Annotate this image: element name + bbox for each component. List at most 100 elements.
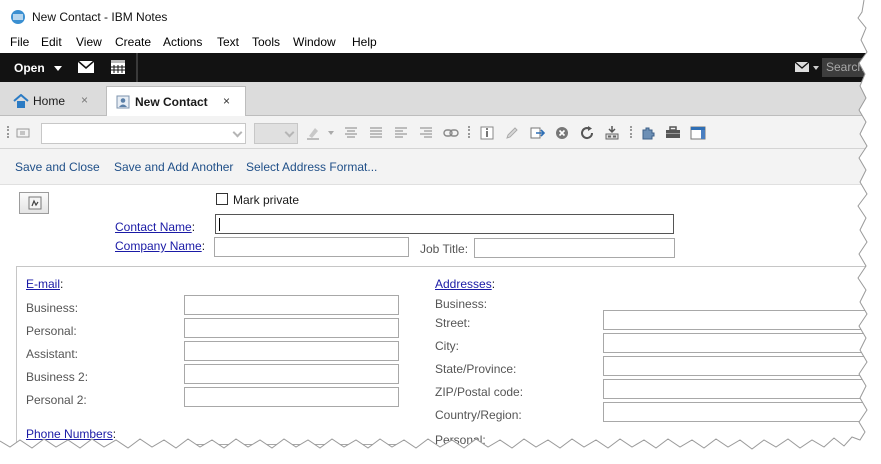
tab-home[interactable]: Home × (4, 86, 102, 116)
state-province-label: State/Province: (435, 362, 517, 376)
menu-edit[interactable]: Edit (41, 35, 62, 49)
calendar-icon[interactable] (108, 58, 128, 76)
mark-private-label: Mark private (233, 193, 300, 207)
tab-bar: Home × New Contact × (0, 82, 867, 117)
title-bar: New Contact - IBM Notes (0, 0, 867, 33)
align-center-icon[interactable] (343, 125, 359, 141)
contact-name-field[interactable] (215, 214, 674, 234)
zip-postal-code-field[interactable] (603, 379, 867, 399)
country-region-label: Country/Region: (435, 408, 522, 422)
style-icon[interactable] (15, 125, 31, 141)
sidebar-panel-icon[interactable] (690, 125, 706, 141)
email-personal-field[interactable] (184, 318, 399, 338)
email-business-field[interactable] (184, 295, 399, 315)
menu-actions[interactable]: Actions (163, 35, 202, 49)
close-icon[interactable]: × (81, 93, 88, 107)
contact-name-link[interactable]: Contact Name (115, 220, 192, 234)
properties-icon[interactable] (479, 125, 495, 141)
menu-help[interactable]: Help (352, 35, 377, 49)
highlighter-icon[interactable] (305, 125, 321, 141)
justify-icon[interactable] (368, 125, 384, 141)
street-field[interactable] (603, 310, 867, 330)
puzzle-icon[interactable] (640, 125, 656, 141)
city-field[interactable] (603, 333, 867, 353)
company-name-field[interactable] (214, 237, 409, 257)
menu-view[interactable]: View (76, 35, 102, 49)
window-title: New Contact - IBM Notes (32, 10, 168, 24)
email-link[interactable]: E-mail (26, 277, 60, 291)
mail-icon[interactable] (793, 58, 813, 76)
address-business-label: Business: (435, 297, 488, 311)
phone-field[interactable] (184, 444, 399, 451)
menu-create[interactable]: Create (115, 35, 151, 49)
email-business-label: Business: (26, 301, 79, 315)
email-assistant-field[interactable] (184, 341, 399, 361)
notes-window: New Contact - IBM Notes File Edit View C… (0, 0, 868, 452)
save-and-close-button[interactable]: Save and Close (15, 160, 100, 174)
email-assistant-label: Assistant: (26, 347, 79, 361)
contact-photo-button[interactable] (19, 192, 49, 214)
menu-tools[interactable]: Tools (252, 35, 280, 49)
phone-numbers-header: Phone Numbers: (26, 427, 117, 441)
email-business2-label: Business 2: (26, 370, 89, 384)
street-label: Street: (435, 316, 471, 330)
home-icon (13, 94, 29, 108)
contact-name-label: Contact Name: (115, 220, 196, 234)
company-name-label: Company Name: (115, 239, 206, 253)
addresses-link[interactable]: Addresses (435, 277, 492, 291)
caret-down-icon[interactable] (813, 66, 819, 70)
briefcase-icon[interactable] (665, 125, 681, 141)
forward-icon[interactable] (529, 125, 545, 141)
menu-file[interactable]: File (10, 35, 29, 49)
toolbar-separator (468, 126, 470, 138)
email-personal2-label: Personal 2: (26, 393, 87, 407)
toolbar-grip (7, 126, 9, 138)
tab-home-label: Home (33, 94, 66, 108)
close-icon[interactable]: × (223, 94, 230, 108)
email-personal-label: Personal: (26, 324, 77, 338)
align-left-icon[interactable] (393, 125, 409, 141)
ibm-notes-logo-icon (11, 10, 25, 24)
open-button[interactable]: Open (4, 55, 66, 80)
text-cursor (219, 218, 220, 231)
phone-numbers-link[interactable]: Phone Numbers (26, 427, 113, 441)
city-label: City: (435, 339, 459, 353)
form-action-bar: Save and Close Save and Add Another Sele… (0, 149, 867, 185)
search-placeholder: Search (826, 60, 865, 74)
photo-placeholder-icon (28, 196, 42, 210)
delete-icon[interactable] (554, 125, 570, 141)
country-region-field[interactable] (603, 402, 867, 422)
edit-icon[interactable] (504, 125, 520, 141)
toolbar-separator (630, 126, 632, 138)
menu-bar: File Edit View Create Actions Text Tools… (0, 33, 867, 53)
link-icon[interactable] (443, 125, 459, 141)
select-address-format-button[interactable]: Select Address Format... (246, 160, 377, 174)
top-action-bar: Open Search (0, 53, 867, 82)
toolbar-separator (136, 53, 138, 82)
email-personal2-field[interactable] (184, 387, 399, 407)
refresh-icon[interactable] (579, 125, 595, 141)
address-personal-label: Personal: (435, 433, 486, 447)
tab-new-contact-label: New Contact (135, 95, 208, 109)
mail-icon[interactable] (76, 58, 96, 76)
company-name-link[interactable]: Company Name (115, 239, 202, 253)
font-size-select[interactable] (254, 123, 298, 144)
align-right-icon[interactable] (418, 125, 434, 141)
addresses-header: Addresses: (435, 277, 496, 291)
caret-down-icon[interactable] (328, 131, 334, 135)
email-business2-field[interactable] (184, 364, 399, 384)
open-button-label: Open (14, 61, 45, 75)
contact-icon (116, 95, 130, 109)
job-title-field[interactable] (474, 238, 675, 258)
font-style-select[interactable] (41, 123, 246, 144)
menu-text[interactable]: Text (217, 35, 239, 49)
save-and-add-another-button[interactable]: Save and Add Another (114, 160, 233, 174)
tab-new-contact[interactable]: New Contact × (106, 86, 246, 117)
caret-down-icon (54, 66, 62, 71)
search-input[interactable]: Search (822, 58, 867, 77)
mark-private-checkbox[interactable] (216, 193, 228, 205)
job-title-label: Job Title: (420, 242, 469, 256)
state-province-field[interactable] (603, 356, 867, 376)
menu-window[interactable]: Window (293, 35, 336, 49)
copy-into-icon[interactable] (604, 125, 620, 141)
